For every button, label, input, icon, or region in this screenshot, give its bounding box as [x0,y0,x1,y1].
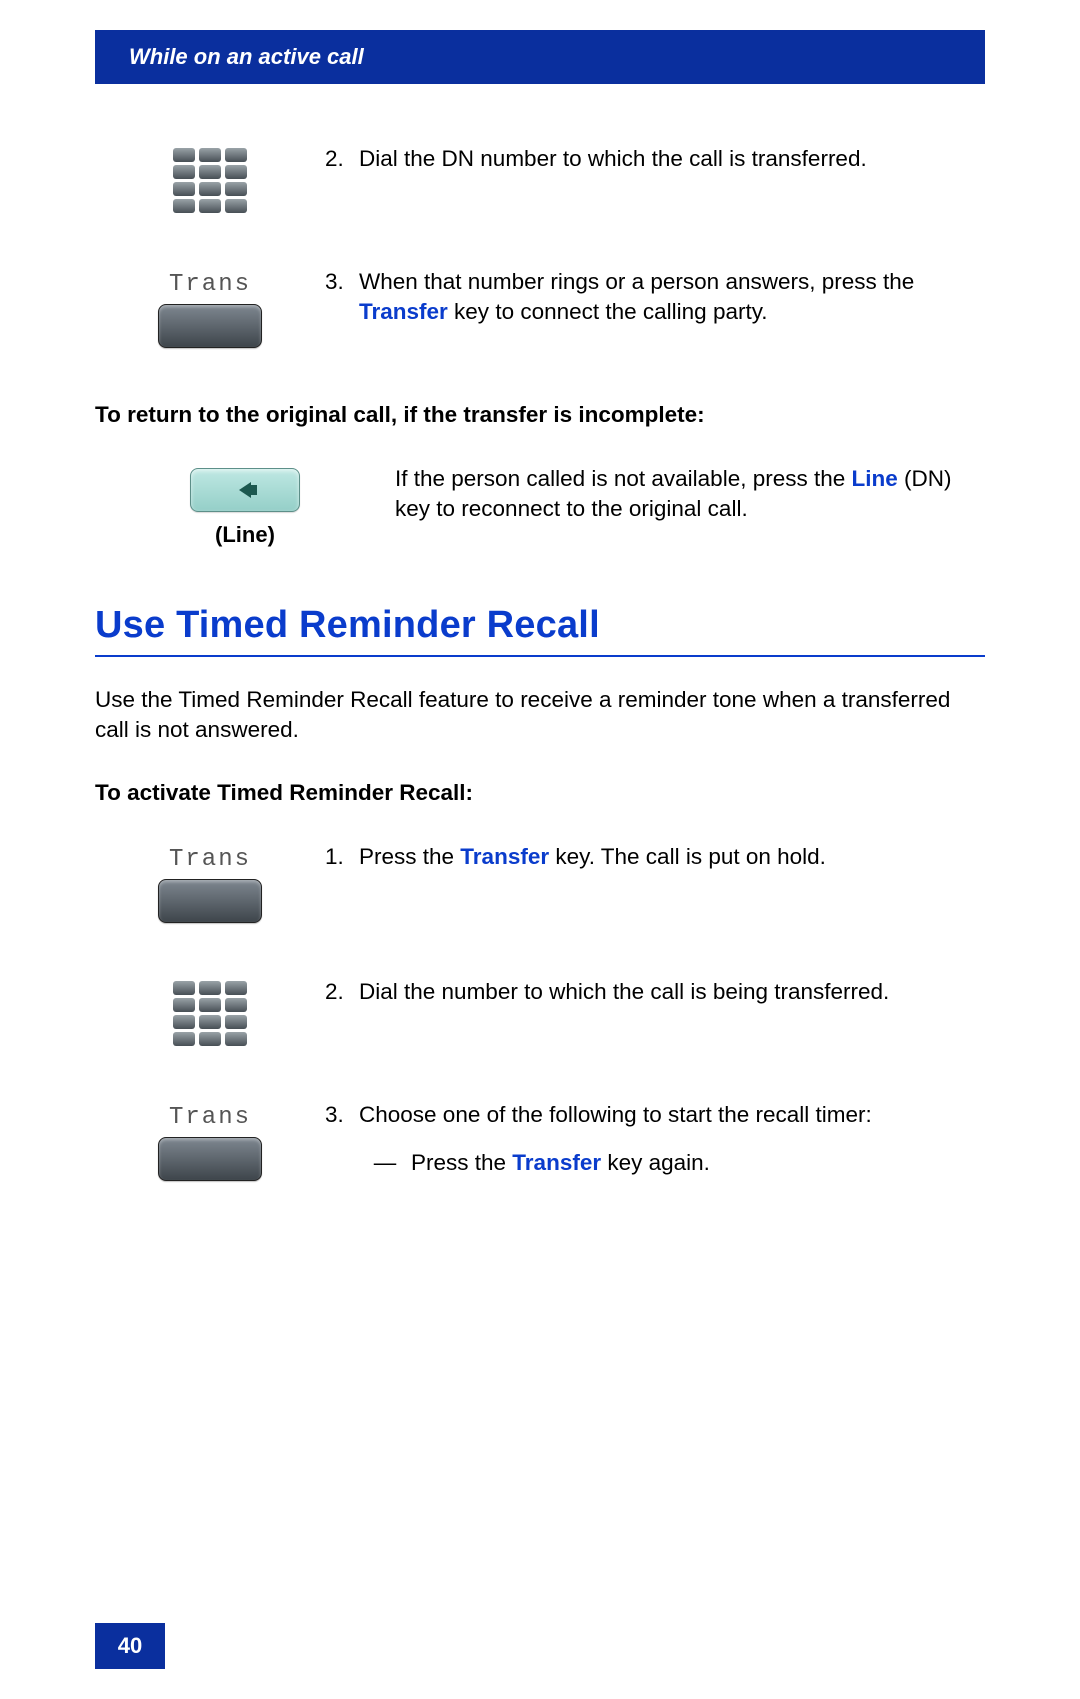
trans-key-label: Trans [169,1104,251,1131]
step-text: When that number rings or a person answe… [359,267,985,328]
speaker-icon [239,482,251,498]
step-row: (Line) If the person called is not avail… [95,464,985,548]
step-row: 2. Dial the DN number to which the call … [95,144,985,213]
step-number: 1. [325,842,359,872]
step-number: 2. [325,977,359,1007]
softkey-button-icon [158,879,262,923]
page-number: 40 [95,1623,165,1669]
step-text: Choose one of the following to start the… [359,1102,872,1127]
chapter-header: While on an active call [95,30,985,84]
step-row: Trans 1. Press the Transfer key. The cal… [95,842,985,923]
section-intro: Use the Timed Reminder Recall feature to… [95,685,985,746]
trans-key-label: Trans [169,271,251,298]
trans-key-label: Trans [169,846,251,873]
step-row: 2. Dial the number to which the call is … [95,977,985,1046]
step-number: 3. [325,267,359,328]
keypad-icon [173,981,247,1046]
softkey-button-icon [158,1137,262,1181]
line-key-caption: (Line) [215,522,275,548]
section-title: Use Timed Reminder Recall [95,604,985,657]
step-text: Dial the DN number to which the call is … [359,144,867,174]
return-heading: To return to the original call, if the t… [95,402,985,428]
step-text: Dial the number to which the call is bei… [359,977,889,1007]
dash-bullet: — [359,1148,411,1178]
activate-heading: To activate Timed Reminder Recall: [95,780,985,806]
step-number: 3. [325,1100,359,1179]
step-row: Trans 3. Choose one of the following to … [95,1100,985,1181]
step-text: If the person called is not available, p… [395,466,952,521]
sub-step-text: Press the Transfer key again. [411,1148,710,1178]
step-row: Trans 3. When that number rings or a per… [95,267,985,348]
step-text: Press the Transfer key. The call is put … [359,842,826,872]
line-key-icon [190,468,300,512]
keypad-icon [173,148,247,213]
softkey-button-icon [158,304,262,348]
step-number: 2. [325,144,359,174]
